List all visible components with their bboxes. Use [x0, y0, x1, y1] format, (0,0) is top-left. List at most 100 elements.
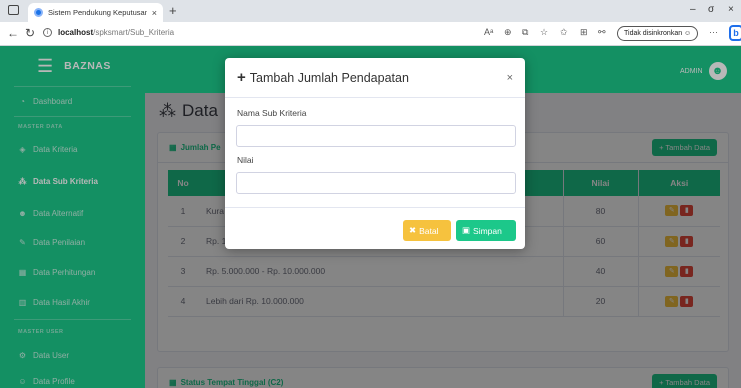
- trash-icon[interactable]: ▮: [680, 235, 694, 247]
- table-icon: ▦: [169, 143, 177, 152]
- sidebar-divider: [14, 319, 131, 320]
- sidebar-divider: [14, 116, 131, 117]
- users-icon: ☻: [18, 209, 27, 218]
- cell-aksi: ✎ ▮: [637, 286, 720, 317]
- collections-icon[interactable]: ⊞: [580, 27, 588, 38]
- edit-icon[interactable]: ✎: [665, 295, 679, 307]
- sidebar-item-label: Data Kriteria: [33, 145, 78, 154]
- card-title-text: Jumlah Pe: [180, 143, 221, 152]
- table-row: 4 Lebih dari Rp. 10.000.000 20 ✎ ▮: [168, 286, 720, 317]
- add-sub-kriteria-modal: + Tambah Jumlah Pendapatan × Nama Sub Kr…: [225, 58, 525, 249]
- favorites-bar-icon[interactable]: ✩: [560, 27, 568, 38]
- refresh-icon[interactable]: ↻: [25, 26, 35, 40]
- browser-tab[interactable]: Sistem Pendukung Keputusan Mi ×: [28, 3, 163, 22]
- sidebar-item-label: Data Hasil Akhir: [33, 298, 90, 307]
- more-menu-icon[interactable]: ···: [709, 27, 718, 37]
- read-aloud-icon[interactable]: Aᵃ: [484, 27, 493, 37]
- sidebar-item-label: Data Sub Kriteria: [33, 177, 98, 186]
- plus-icon: +: [237, 69, 246, 86]
- extensions-icon[interactable]: ⚯: [598, 27, 606, 38]
- cell-no: 4: [168, 286, 198, 317]
- trash-icon[interactable]: ▮: [680, 265, 694, 277]
- trash-icon[interactable]: ▮: [680, 205, 694, 217]
- sidebar-item-label: Data User: [33, 351, 70, 360]
- edit-icon[interactable]: ✎: [665, 205, 679, 217]
- sync-status-button[interactable]: Tidak disinkronkan ☺: [617, 26, 699, 41]
- chart-icon: ▥: [18, 298, 27, 307]
- calculator-icon: ▦: [18, 268, 27, 277]
- edit-icon: ✎: [19, 238, 26, 247]
- sidebar-item-dashboard[interactable]: ◔ Dashboard: [18, 97, 72, 106]
- card-header: ▦ Status Tempat Tinggal (C2) + Tambah Da…: [158, 368, 728, 388]
- cell-nilai: 80: [562, 196, 638, 227]
- nilai-input[interactable]: [236, 172, 516, 194]
- new-tab-button[interactable]: +: [169, 3, 177, 18]
- sidebar-item-kriteria[interactable]: ◈ Data Kriteria: [18, 145, 77, 154]
- cell-name: Rp. 5.000.000 - Rp. 10.000.000: [198, 256, 563, 287]
- cell-nilai: 20: [562, 286, 638, 317]
- save-label: Simpan: [473, 225, 502, 236]
- cancel-button[interactable]: ✖ Batal: [403, 220, 451, 241]
- user-name: ADMIN: [680, 67, 703, 75]
- modal-header: + Tambah Jumlah Pendapatan ×: [225, 58, 525, 98]
- trash-icon[interactable]: ▮: [680, 295, 694, 307]
- sidebar-item-alternatif[interactable]: ☻ Data Alternatif: [18, 209, 83, 218]
- modal-close-icon[interactable]: ×: [507, 72, 513, 84]
- url-field[interactable]: localhost/spksmart/Sub_Kriteria: [58, 28, 174, 37]
- cell-aksi: ✎ ▮: [637, 256, 720, 287]
- back-icon[interactable]: ←: [7, 26, 19, 40]
- address-bar: ← ↻ i localhost/spksmart/Sub_Kriteria Aᵃ…: [0, 22, 741, 46]
- sidebar-item-profile[interactable]: ☺ Data Profile: [18, 377, 74, 386]
- cell-aksi: ✎ ▮: [637, 226, 720, 257]
- site-info-icon[interactable]: i: [43, 28, 52, 37]
- sidebar-item-label: Data Perhitungan: [33, 268, 96, 277]
- cubes-icon: ⁂: [159, 101, 176, 120]
- sidebar-item-label: Data Penilaian: [33, 238, 86, 247]
- modal-footer: ✖ Batal ▣ Simpan: [225, 207, 525, 249]
- sidebar-item-sub-kriteria[interactable]: ⁂ Data Sub Kriteria: [18, 177, 98, 186]
- url-path: /spksmart/Sub_Kriteria: [93, 28, 175, 37]
- url-host: localhost: [58, 28, 94, 37]
- edit-icon[interactable]: ✎: [665, 235, 679, 247]
- sidebar-item-perhitungan[interactable]: ▦ Data Perhitungan: [18, 268, 96, 277]
- save-icon: ▣: [462, 225, 471, 235]
- tab-title: Sistem Pendukung Keputusan Mi: [48, 8, 147, 17]
- sidebar-item-hasil-akhir[interactable]: ▥ Data Hasil Akhir: [18, 298, 90, 307]
- page-title-text: Data: [182, 101, 218, 120]
- card-status-tempat-tinggal: ▦ Status Tempat Tinggal (C2) + Tambah Da…: [157, 367, 729, 388]
- zoom-icon[interactable]: ⊕: [504, 27, 512, 38]
- cell-no: 2: [168, 226, 198, 257]
- edit-icon[interactable]: ✎: [665, 265, 679, 277]
- sidebar-heading-user: MASTER USER: [18, 329, 64, 335]
- tab-actions-icon[interactable]: [8, 5, 19, 15]
- cell-nilai: 60: [562, 226, 638, 257]
- tab-close-icon[interactable]: ×: [152, 8, 157, 18]
- user-menu[interactable]: ADMIN ☻: [680, 62, 727, 80]
- add-data-button[interactable]: + Tambah Data: [652, 139, 717, 156]
- sidebar-item-penilaian[interactable]: ✎ Data Penilaian: [18, 238, 85, 247]
- window-close-button[interactable]: ×: [728, 4, 734, 15]
- add-data-button[interactable]: + Tambah Data: [652, 374, 717, 388]
- cubes-icon: ⁂: [18, 177, 27, 186]
- favorite-icon[interactable]: ☆: [540, 27, 548, 38]
- save-button[interactable]: ▣ Simpan: [456, 220, 516, 241]
- sync-status-label: Tidak disinkronkan: [624, 30, 683, 37]
- times-icon: ✖: [409, 225, 417, 235]
- bing-icon[interactable]: b: [729, 25, 741, 41]
- modal-title: + Tambah Jumlah Pendapatan: [237, 69, 409, 86]
- baznas-logo-icon: ☰: [37, 56, 54, 76]
- app-icon[interactable]: ⧉: [522, 27, 528, 38]
- sidebar-divider: [14, 86, 131, 87]
- browser-tab-bar: Sistem Pendukung Keputusan Mi × + – σ ×: [0, 0, 741, 22]
- nama-sub-kriteria-input[interactable]: [236, 125, 516, 147]
- cell-aksi: ✎ ▮: [637, 196, 720, 227]
- minimize-button[interactable]: –: [690, 4, 696, 15]
- maximize-button[interactable]: σ: [708, 4, 714, 15]
- column-header-no: No: [168, 170, 198, 196]
- sidebar-brand[interactable]: ☰ BAZNAS: [0, 46, 145, 86]
- cell-no: 3: [168, 256, 198, 287]
- page-title: ⁂ Data: [159, 101, 218, 121]
- brand-name: BAZNAS: [64, 60, 111, 72]
- avatar-icon: ☻: [708, 62, 727, 80]
- sidebar-item-user[interactable]: ⚙ Data User: [18, 351, 69, 360]
